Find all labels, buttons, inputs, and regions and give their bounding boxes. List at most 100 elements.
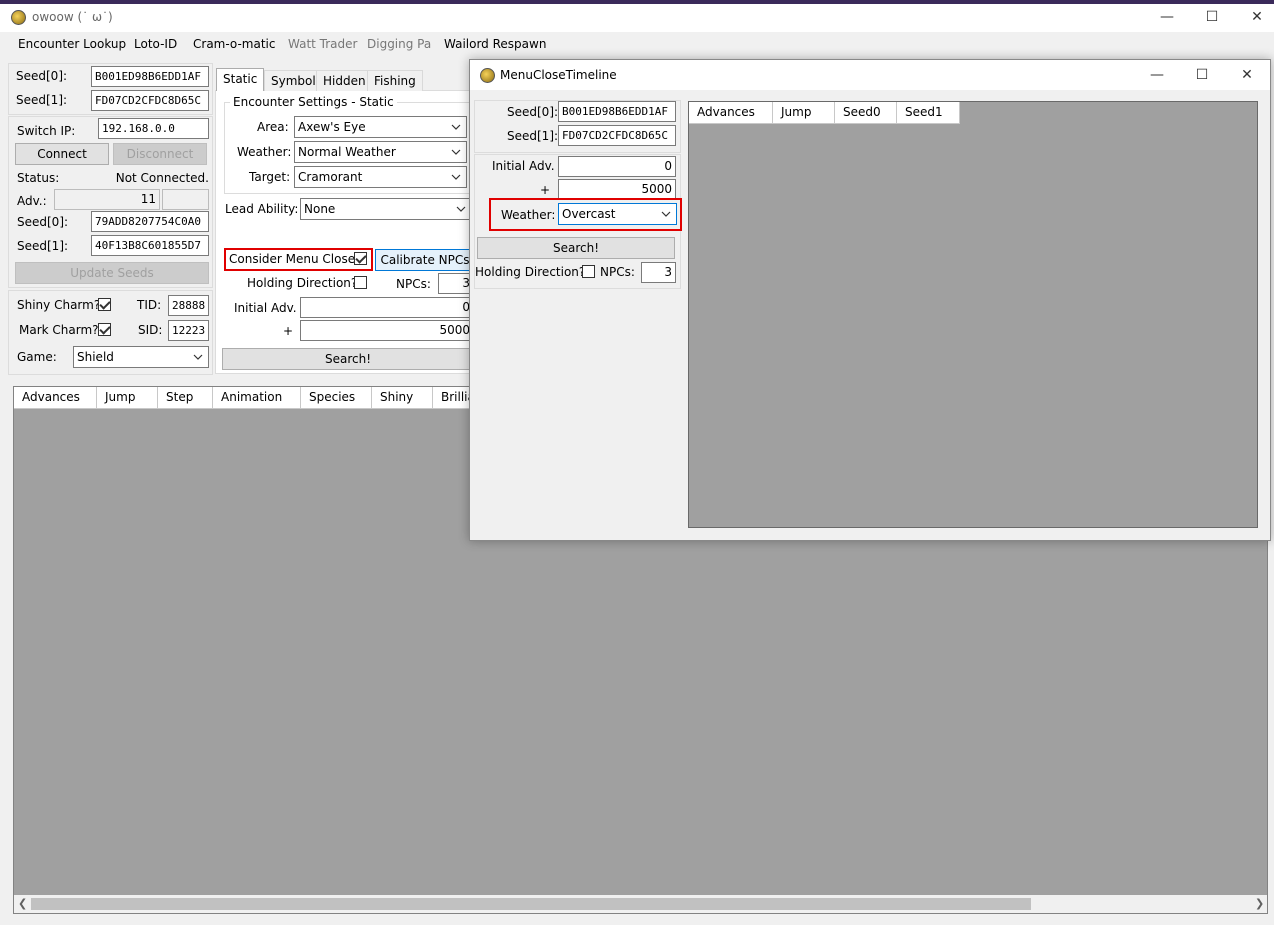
sid-label: SID: xyxy=(138,323,163,337)
target-select[interactable]: Cramorant xyxy=(294,166,467,188)
calibrate-npcs-button[interactable]: Calibrate NPCs xyxy=(375,249,475,271)
seed0-input[interactable]: B001ED98B6EDD1AF xyxy=(91,66,209,87)
dialog-weather-label: Weather: xyxy=(501,208,556,222)
horizontal-scrollbar[interactable]: ❮ ❯ xyxy=(14,895,1267,913)
weather-value: Normal Weather xyxy=(298,145,396,159)
col-jump[interactable]: Jump xyxy=(97,387,158,409)
current-seed1-value[interactable]: 40F13B8C601855D7 xyxy=(91,235,209,256)
menu-close-timeline-window: MenuCloseTimeline — ☐ ✕ Seed[0]: B001ED9… xyxy=(469,59,1271,541)
area-select[interactable]: Axew's Eye xyxy=(294,116,467,138)
dialog-title-bar: MenuCloseTimeline — ☐ ✕ xyxy=(470,60,1270,90)
menu-encounter-lookup[interactable]: Encounter Lookup xyxy=(18,37,126,51)
col-shiny[interactable]: Shiny xyxy=(372,387,433,409)
dialog-search-button[interactable]: Search! xyxy=(477,237,675,259)
tid-input[interactable]: 28888 xyxy=(168,295,209,316)
initial-adv-input[interactable]: 0 xyxy=(300,297,474,318)
dialog-seed1-label: Seed[1]: xyxy=(507,129,559,143)
col-step[interactable]: Step xyxy=(158,387,213,409)
search-button[interactable]: Search! xyxy=(222,348,474,370)
results-header: Advances Jump Step Animation Species Shi… xyxy=(14,387,473,409)
update-seeds-button[interactable]: Update Seeds xyxy=(15,262,209,284)
menu-digging-pa[interactable]: Digging Pa xyxy=(367,37,431,51)
seed1-label: Seed[1]: xyxy=(16,93,68,107)
close-button[interactable]: ✕ xyxy=(1234,2,1274,32)
plus-label: + xyxy=(283,324,294,338)
game-value: Shield xyxy=(77,350,114,364)
encounter-settings-title: Encounter Settings - Static xyxy=(230,95,397,109)
dialog-holding-direction-checkbox[interactable] xyxy=(582,265,595,278)
dialog-holding-direction-label: Holding Direction? xyxy=(475,265,586,279)
switch-ip-input[interactable]: 192.168.0.0 xyxy=(98,118,209,139)
area-label: Area: xyxy=(257,120,289,134)
lead-ability-label: Lead Ability: xyxy=(225,202,299,216)
menu-wailord-respawn[interactable]: Wailord Respawn xyxy=(444,37,546,51)
scroll-left-icon[interactable]: ❮ xyxy=(18,897,27,910)
dialog-col-seed0[interactable]: Seed0 xyxy=(835,102,897,124)
chevron-down-icon xyxy=(451,149,461,155)
dialog-weather-select[interactable]: Overcast xyxy=(558,203,677,225)
col-advances[interactable]: Advances xyxy=(14,387,97,409)
shiny-charm-checkbox[interactable] xyxy=(98,298,111,311)
scrollbar-thumb[interactable] xyxy=(31,898,1031,910)
dialog-minimize-button[interactable]: — xyxy=(1134,60,1180,90)
consider-menu-close-label: Consider Menu Close? xyxy=(229,252,362,266)
dialog-npcs-label: NPCs: xyxy=(600,265,635,279)
minimize-button[interactable]: — xyxy=(1144,2,1190,32)
consider-menu-close-checkbox[interactable] xyxy=(354,252,367,265)
mark-charm-label: Mark Charm? xyxy=(19,323,99,337)
dialog-seed0-input[interactable]: B001ED98B6EDD1AF xyxy=(558,101,676,122)
dialog-npcs-input[interactable]: 3 xyxy=(641,262,676,283)
dialog-timeline-header: Advances Jump Seed0 Seed1 xyxy=(689,102,960,124)
lead-ability-value: None xyxy=(304,202,336,216)
dialog-initial-adv-input[interactable]: 0 xyxy=(558,156,676,177)
menu-watt-trader[interactable]: Watt Trader xyxy=(288,37,357,51)
dialog-close-button[interactable]: ✕ xyxy=(1224,60,1270,90)
seed1-input[interactable]: FD07CD2CFDC8D65C xyxy=(91,90,209,111)
menu-bar: Encounter Lookup Loto-ID Cram-o-matic Wa… xyxy=(0,34,1274,56)
sid-input[interactable]: 12223 xyxy=(168,320,209,341)
dialog-seed0-label: Seed[0]: xyxy=(507,105,559,119)
dialog-seed1-input[interactable]: FD07CD2CFDC8D65C xyxy=(558,125,676,146)
main-window-title: owoow (˙ ω˙) xyxy=(32,10,113,24)
maximize-button[interactable]: ☐ xyxy=(1189,2,1235,32)
dialog-maximize-button[interactable]: ☐ xyxy=(1179,60,1225,90)
game-select[interactable]: Shield xyxy=(73,346,209,368)
game-label: Game: xyxy=(17,350,57,364)
lead-ability-select[interactable]: None xyxy=(300,198,472,220)
tab-static[interactable]: Static xyxy=(216,68,265,91)
shiny-charm-label: Shiny Charm? xyxy=(17,298,101,312)
dialog-plus-input[interactable]: 5000 xyxy=(558,179,676,200)
dialog-col-advances[interactable]: Advances xyxy=(689,102,773,124)
scroll-right-icon[interactable]: ❯ xyxy=(1255,897,1264,910)
main-title-bar: owoow (˙ ω˙) — ☐ ✕ xyxy=(0,4,1274,32)
dialog-plus-label: + xyxy=(540,183,551,197)
dialog-timeline-grid[interactable] xyxy=(688,101,1258,528)
adv-extra-field xyxy=(162,189,209,210)
tab-fishing[interactable]: Fishing xyxy=(367,70,423,91)
menu-loto-id[interactable]: Loto-ID xyxy=(134,37,177,51)
dialog-weather-value: Overcast xyxy=(562,207,616,221)
mark-charm-checkbox[interactable] xyxy=(98,323,111,336)
weather-select[interactable]: Normal Weather xyxy=(294,141,467,163)
dialog-col-seed1[interactable]: Seed1 xyxy=(897,102,960,124)
initial-adv-label: Initial Adv. xyxy=(234,301,297,315)
holding-direction-checkbox[interactable] xyxy=(354,276,367,289)
col-species[interactable]: Species xyxy=(301,387,372,409)
dialog-initial-adv-label: Initial Adv. xyxy=(492,159,555,173)
status-label: Status: xyxy=(17,171,60,185)
plus-input[interactable]: 5000 xyxy=(300,320,474,341)
holding-direction-label: Holding Direction? xyxy=(247,276,358,290)
col-animation[interactable]: Animation xyxy=(213,387,301,409)
tab-symbol[interactable]: Symbol xyxy=(264,70,323,91)
tab-hidden[interactable]: Hidden xyxy=(316,70,373,91)
col-brilliant[interactable]: Brillia xyxy=(433,387,473,409)
target-value: Cramorant xyxy=(298,170,363,184)
menu-cram-o-matic[interactable]: Cram-o-matic xyxy=(193,37,275,51)
dialog-col-jump[interactable]: Jump xyxy=(773,102,835,124)
chevron-down-icon xyxy=(661,211,671,217)
disconnect-button[interactable]: Disconnect xyxy=(113,143,207,165)
npcs-label: NPCs: xyxy=(396,277,431,291)
current-seed0-value[interactable]: 79ADD8207754C0A0 xyxy=(91,211,209,232)
connect-button[interactable]: Connect xyxy=(15,143,109,165)
adv-value: 11 xyxy=(54,189,160,210)
